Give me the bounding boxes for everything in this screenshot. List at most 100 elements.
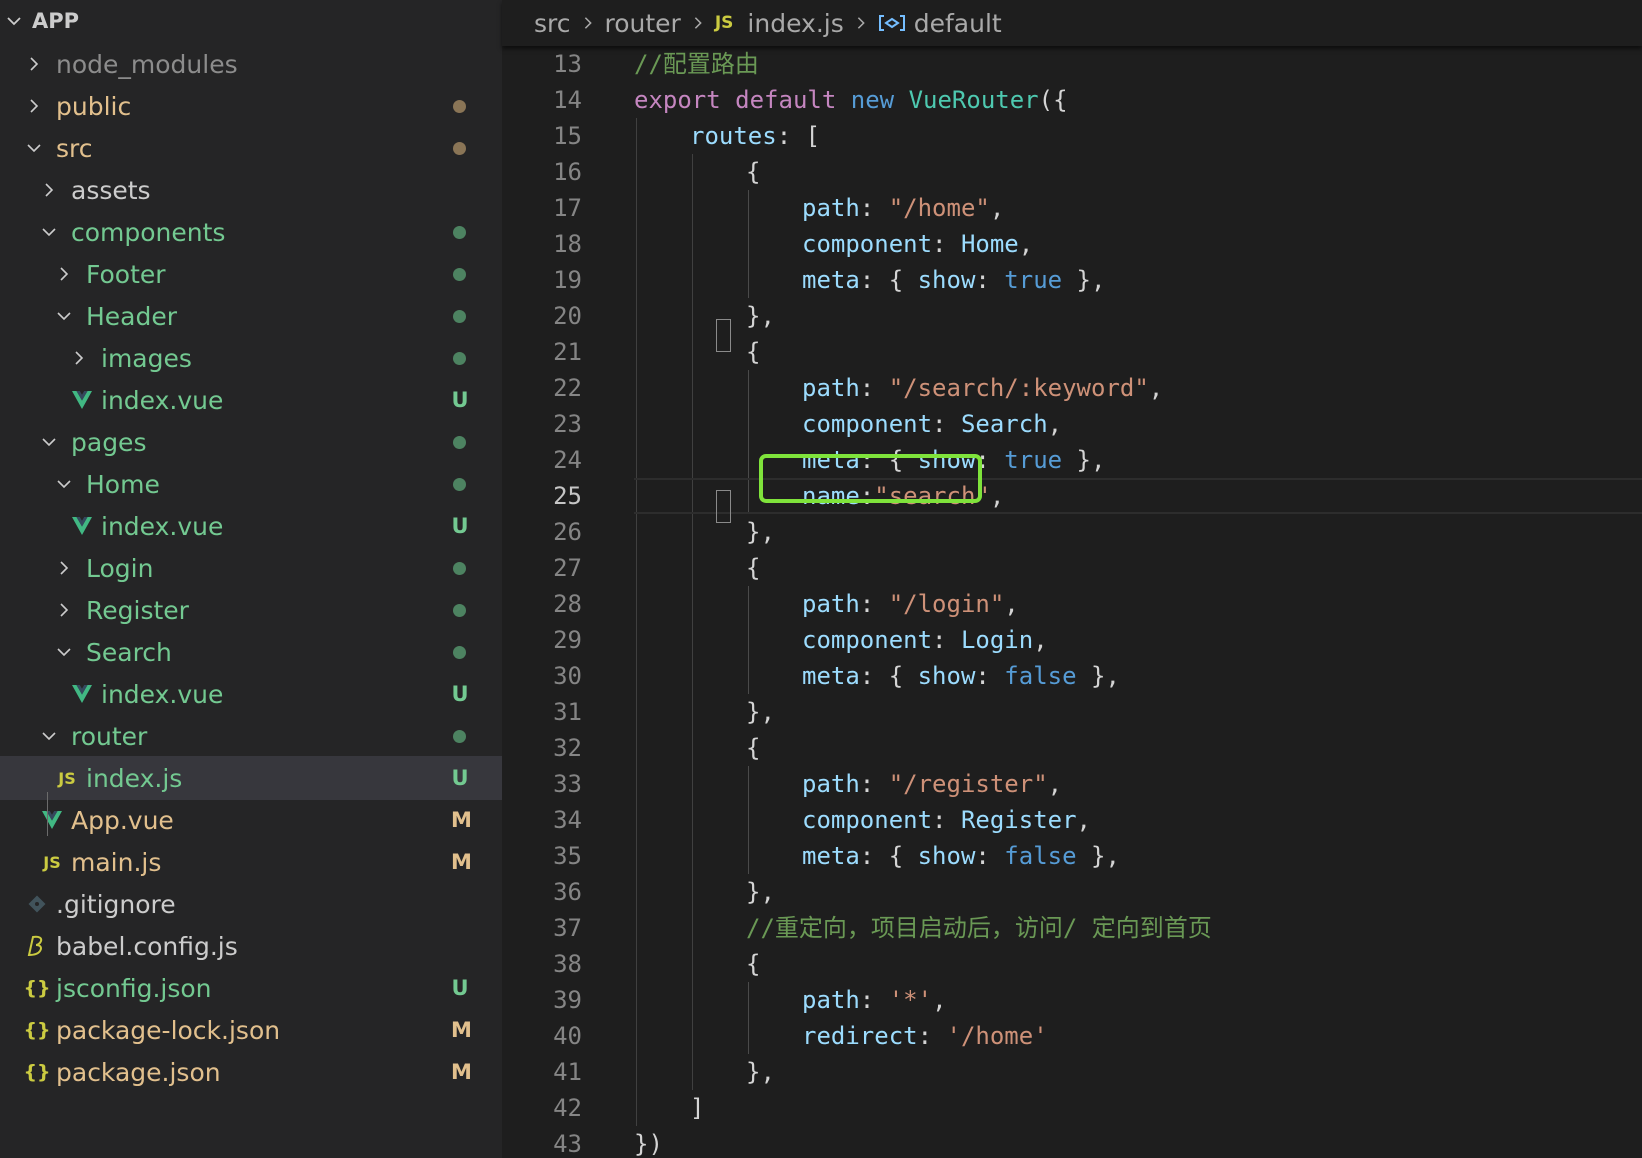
code-token: : bbox=[917, 1022, 947, 1050]
code-line[interactable]: 37 //重定向，项目启动后，访问/ 定向到首页 bbox=[502, 910, 1642, 946]
code-text: component: Register, bbox=[802, 802, 1091, 838]
code-token: Login bbox=[960, 626, 1034, 654]
code-line[interactable]: 21 { bbox=[502, 334, 1642, 370]
code-line[interactable]: 16 { bbox=[502, 154, 1642, 190]
code-line[interactable]: 26}, bbox=[502, 514, 1642, 550]
tree-folder-images[interactable]: images bbox=[0, 336, 502, 380]
code-line[interactable]: 25 name:"search", bbox=[502, 478, 1642, 514]
breadcrumb-item-router[interactable]: router bbox=[605, 9, 681, 38]
tree-item-label: images bbox=[101, 343, 192, 373]
code-token: "/login" bbox=[888, 590, 1005, 618]
code-line[interactable]: 19 meta: { show: true }, bbox=[502, 262, 1642, 298]
code-line[interactable]: 17 path: "/home", bbox=[502, 190, 1642, 226]
tree-file-index-js[interactable]: JS index.js U bbox=[0, 756, 502, 800]
chevron-right-icon bbox=[22, 94, 46, 118]
code-token: , bbox=[989, 194, 1005, 222]
tree-folder-pages[interactable]: pages bbox=[0, 420, 502, 464]
code-token: false bbox=[1004, 842, 1077, 870]
js-file-icon: JS bbox=[58, 768, 76, 788]
tree-folder-public[interactable]: public bbox=[0, 84, 502, 128]
tree-item-label: jsconfig.json bbox=[56, 973, 212, 1003]
code-line[interactable]: 13 //配置路由 bbox=[502, 46, 1642, 82]
code-line[interactable]: 33 path: "/register", bbox=[502, 766, 1642, 802]
code-line[interactable]: 35 meta: { show: false }, bbox=[502, 838, 1642, 874]
chevron-down-icon bbox=[52, 472, 76, 496]
code-line[interactable]: 14 export default new VueRouter({ bbox=[502, 82, 1642, 118]
line-number: 38 bbox=[553, 950, 582, 978]
code-line[interactable]: 28 path: "/login", bbox=[502, 586, 1642, 622]
code-token: }, bbox=[1062, 446, 1106, 474]
tree-item-label: main.js bbox=[71, 847, 162, 877]
code-line[interactable]: 30 meta: { show: false }, bbox=[502, 658, 1642, 694]
tree-folder-search[interactable]: Search bbox=[0, 630, 502, 674]
tree-file-main-js[interactable]: JS main.js M bbox=[0, 840, 502, 884]
tree-item-label: pages bbox=[71, 427, 147, 457]
tree-item-label: package.json bbox=[56, 1057, 221, 1087]
line-number: 43 bbox=[553, 1130, 582, 1158]
tree-file-index-vue[interactable]: index.vue U bbox=[0, 504, 502, 548]
chevron-right-icon bbox=[691, 16, 705, 30]
line-number: 36 bbox=[553, 878, 582, 906]
line-number: 27 bbox=[553, 554, 582, 582]
tree-folder-node-modules[interactable]: node_modules bbox=[0, 42, 502, 86]
code-token: , bbox=[1018, 230, 1034, 258]
tree-folder-router[interactable]: router bbox=[0, 714, 502, 758]
tree-folder-components[interactable]: components bbox=[0, 210, 502, 254]
tree-folder-assets[interactable]: assets bbox=[0, 168, 502, 212]
chevron-down-icon bbox=[52, 640, 76, 664]
tree-file-index-vue[interactable]: index.vue U bbox=[0, 672, 502, 716]
git-status-badge: U bbox=[451, 766, 469, 790]
tree-file-package-json[interactable]: {} package.json M bbox=[0, 1050, 502, 1094]
code-token: true bbox=[1004, 446, 1063, 474]
code-token: , bbox=[932, 986, 947, 1014]
tree-folder-footer[interactable]: Footer bbox=[0, 252, 502, 296]
code-line[interactable]: 24 meta: { show: true }, bbox=[502, 442, 1642, 478]
breadcrumb-item-src[interactable]: src bbox=[534, 9, 571, 38]
code-line[interactable]: 18 component: Home, bbox=[502, 226, 1642, 262]
code-line[interactable]: 31}, bbox=[502, 694, 1642, 730]
breadcrumb-item-file[interactable]: JS index.js bbox=[715, 9, 844, 38]
code-line[interactable]: 39 path: '*', bbox=[502, 982, 1642, 1018]
code-line[interactable]: 34 component: Register, bbox=[502, 802, 1642, 838]
tree-file-jsconfig-json[interactable]: {} jsconfig.json U bbox=[0, 966, 502, 1010]
tree-file-app-vue[interactable]: App.vue M bbox=[0, 798, 502, 842]
code-line[interactable]: 32 { bbox=[502, 730, 1642, 766]
tree-item-label: assets bbox=[71, 175, 151, 205]
code-token: : bbox=[859, 194, 889, 222]
tree-folder-header[interactable]: Header bbox=[0, 294, 502, 338]
code-token: }, bbox=[1076, 662, 1120, 690]
line-number: 41 bbox=[553, 1058, 582, 1086]
breadcrumb-item-symbol[interactable]: default bbox=[878, 9, 1002, 38]
breadcrumb-file-label: index.js bbox=[747, 8, 844, 38]
tree-file-package-lock-json[interactable]: {} package-lock.json M bbox=[0, 1008, 502, 1052]
tree-file-index-vue[interactable]: index.vue U bbox=[0, 378, 502, 422]
code-line[interactable]: 43}) bbox=[502, 1126, 1642, 1158]
explorer-section-header[interactable]: APP bbox=[0, 0, 502, 42]
code-line[interactable]: 15 routes: [ bbox=[502, 118, 1642, 154]
tree-folder-login[interactable]: Login bbox=[0, 546, 502, 590]
code-editor[interactable]: 13 //配置路由 14 export default new VueRouter({… bbox=[502, 46, 1642, 1158]
tree-item-label: index.js bbox=[86, 763, 183, 793]
code-text: path: "/login", bbox=[802, 586, 1019, 622]
tree-item-label: src bbox=[56, 133, 93, 163]
line-number: 20 bbox=[553, 302, 582, 330]
code-line[interactable]: 20}, bbox=[502, 298, 1642, 334]
chevron-right-icon bbox=[581, 16, 595, 30]
tree-folder-home[interactable]: Home bbox=[0, 462, 502, 506]
code-token: }, bbox=[746, 698, 775, 726]
code-line[interactable]: 23 component: Search, bbox=[502, 406, 1642, 442]
chevron-down-icon bbox=[37, 430, 61, 454]
code-line[interactable]: 22 path: "/search/:keyword", bbox=[502, 370, 1642, 406]
tree-file-babel-config-js[interactable]: babel.config.js bbox=[0, 924, 502, 968]
code-line[interactable]: 40 redirect: '/home' bbox=[502, 1018, 1642, 1054]
code-line[interactable]: 42] bbox=[502, 1090, 1642, 1126]
tree-file--gitignore[interactable]: .gitignore bbox=[0, 882, 502, 926]
tree-folder-register[interactable]: Register bbox=[0, 588, 502, 632]
code-line[interactable]: 41}, bbox=[502, 1054, 1642, 1090]
code-line[interactable]: 38 { bbox=[502, 946, 1642, 982]
code-line[interactable]: 36}, bbox=[502, 874, 1642, 910]
tree-folder-src[interactable]: src bbox=[0, 126, 502, 170]
code-line[interactable]: 27 { bbox=[502, 550, 1642, 586]
code-line[interactable]: 29 component: Login, bbox=[502, 622, 1642, 658]
